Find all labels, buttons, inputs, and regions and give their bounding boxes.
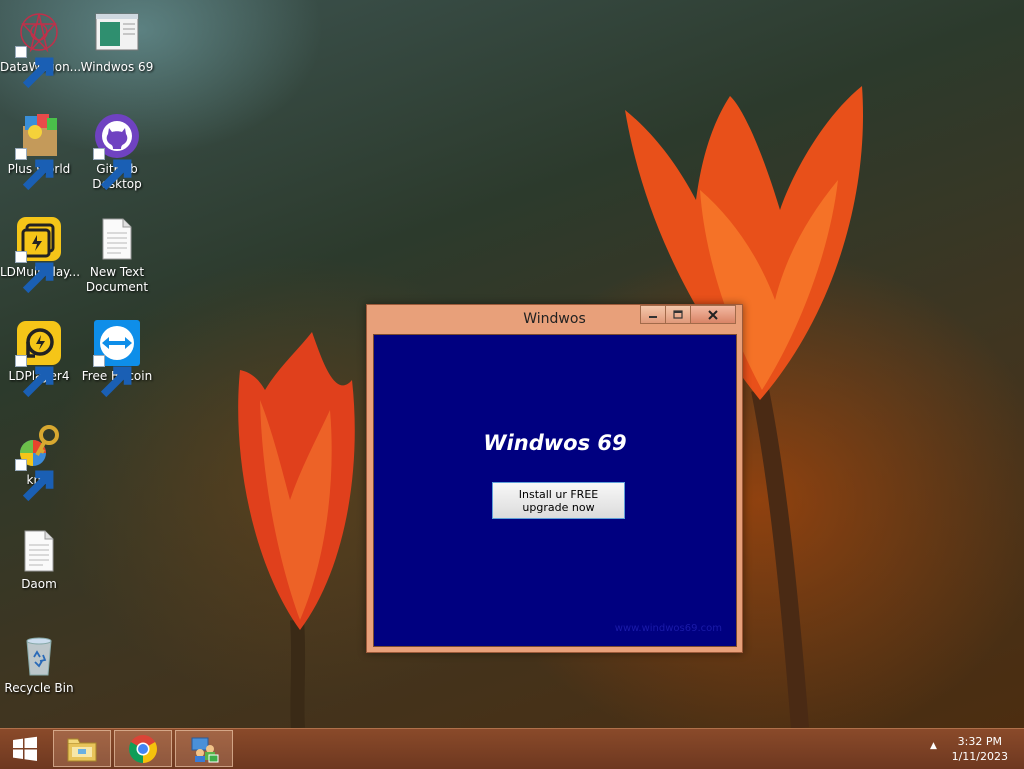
window-app-icon bbox=[93, 10, 141, 58]
desktop-icon-label: Daom bbox=[21, 577, 57, 591]
desktop-icon-free-bitcoin[interactable]: Free Bitcoin bbox=[78, 319, 156, 398]
recycle-bin-icon bbox=[15, 631, 63, 679]
close-icon bbox=[708, 309, 718, 320]
ldplayer-icon bbox=[15, 319, 63, 398]
desktop-icon-ldmultiplayer[interactable]: LDMultiPlay... bbox=[0, 215, 80, 294]
taskbar-chrome[interactable] bbox=[114, 730, 172, 767]
teamviewer-icon bbox=[93, 319, 141, 398]
chrome-icon bbox=[129, 734, 157, 763]
desktop-icon-label: New Text Document bbox=[85, 265, 149, 294]
shortcut-arrow-icon bbox=[15, 459, 54, 502]
desktop-icon-label: Windwos 69 bbox=[80, 60, 154, 74]
desktop-icon-datawagon[interactable]: DataWagon... bbox=[0, 10, 81, 89]
taskbar-network-app[interactable] bbox=[175, 730, 233, 767]
windows-logo-icon bbox=[13, 736, 37, 761]
desktop-icon-ldplayer4[interactable]: LDPlayer4 bbox=[0, 319, 78, 398]
footer-link[interactable]: www.windwos69.com bbox=[615, 623, 722, 634]
taskbar: ▲ 3:32 PM 1/11/2023 bbox=[0, 728, 1024, 769]
datawagon-icon bbox=[15, 10, 63, 89]
desktop-icon-daom[interactable]: Daom bbox=[0, 527, 78, 592]
show-hidden-icons-button[interactable]: ▲ bbox=[930, 741, 937, 751]
shortcut-arrow-icon bbox=[15, 251, 54, 294]
shortcut-arrow-icon bbox=[15, 355, 54, 398]
maximize-icon bbox=[673, 309, 683, 319]
network-users-icon bbox=[191, 737, 219, 762]
text-document-icon bbox=[15, 527, 63, 575]
shortcut-arrow-icon bbox=[93, 148, 132, 191]
minimize-icon bbox=[649, 315, 657, 318]
system-clock[interactable]: 3:32 PM 1/11/2023 bbox=[952, 734, 1008, 764]
github-icon bbox=[93, 112, 141, 191]
clock-date: 1/11/2023 bbox=[951, 750, 1008, 763]
text-document-icon bbox=[93, 215, 141, 263]
window-client-area: Windwos 69 Install ur FREE upgrade now w… bbox=[373, 334, 737, 647]
window-controls bbox=[640, 305, 736, 325]
shortcut-arrow-icon bbox=[15, 46, 54, 89]
windwos-dialog[interactable]: Windwos Windwos 69 Install ur FREE upgra… bbox=[366, 304, 743, 653]
desktop-icon-new-text-document[interactable]: New Text Document bbox=[78, 215, 156, 295]
maximize-button[interactable] bbox=[665, 305, 691, 324]
desktop: DataWagon... Plus World LDMultiPlay... L… bbox=[0, 0, 1024, 728]
desktop-icon-windwos69[interactable]: Windwos 69 bbox=[78, 10, 156, 75]
desktop-icon-recycle-bin[interactable]: Recycle Bin bbox=[0, 631, 78, 696]
plus-world-icon bbox=[15, 112, 63, 191]
shortcut-arrow-icon bbox=[15, 148, 54, 191]
minimize-button[interactable] bbox=[640, 305, 666, 324]
kms-key-icon bbox=[15, 423, 63, 502]
install-upgrade-button[interactable]: Install ur FREE upgrade now bbox=[492, 482, 625, 519]
desktop-icon-plus-world[interactable]: Plus World bbox=[0, 112, 78, 191]
clock-time: 3:32 PM bbox=[957, 735, 1002, 748]
desktop-icon-github-desktop[interactable]: GitHub Desktop bbox=[78, 112, 156, 192]
start-button[interactable] bbox=[0, 729, 50, 769]
app-heading: Windwos 69 bbox=[483, 431, 627, 455]
close-button[interactable] bbox=[690, 305, 736, 324]
taskbar-file-explorer[interactable] bbox=[53, 730, 111, 767]
shortcut-arrow-icon bbox=[93, 355, 132, 398]
desktop-icon-kms[interactable]: kms bbox=[0, 423, 78, 502]
ldmultiplayer-icon bbox=[15, 215, 63, 294]
desktop-icon-label: Recycle Bin bbox=[4, 681, 74, 695]
file-explorer-icon bbox=[67, 738, 97, 761]
